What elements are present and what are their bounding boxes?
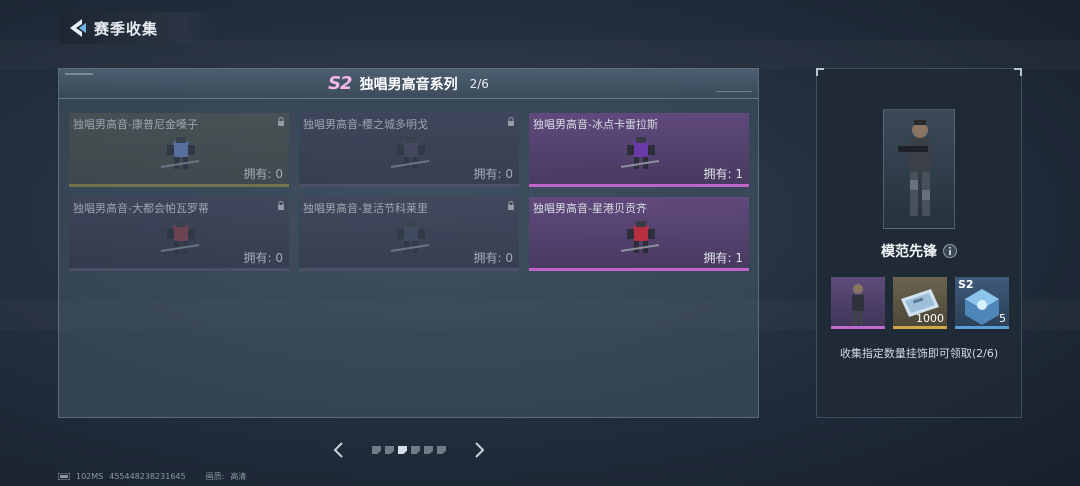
back-arrow-icon — [70, 19, 86, 37]
owned-count: 拥有: 1 — [703, 251, 744, 265]
mech-figure-icon — [390, 137, 430, 169]
mech-figure-icon — [620, 221, 660, 253]
owned-count: 拥有: 1 — [703, 167, 744, 181]
owned-count: 拥有: 0 — [243, 251, 284, 265]
hero-outfit-icon — [852, 284, 864, 325]
reward-items: 1000 S2 5 — [831, 277, 1009, 329]
collection-card[interactable]: 独唱男高音-康普尼金嗓子拥有: 0 — [69, 113, 289, 187]
page-dot[interactable] — [437, 446, 446, 454]
collection-card[interactable]: 独唱男高音-大都会帕瓦罗蒂拥有: 0 — [69, 197, 289, 271]
collection-card[interactable]: 独唱男高音-樱之城多明戈拥有: 0 — [299, 113, 519, 187]
reward-panel: 模范先锋 1000 S2 5 收集指定数量挂饰即可领取(2/6) — [816, 68, 1022, 418]
next-page-arrow-icon[interactable] — [470, 440, 488, 460]
owned-count: 拥有: 0 — [473, 167, 514, 181]
collection-card[interactable]: 独唱男高音-星港贝贡齐拥有: 1 — [529, 197, 749, 271]
season-badge: S2 — [328, 73, 352, 94]
mech-figure-icon — [160, 221, 200, 253]
reward-item[interactable]: S2 5 — [955, 277, 1009, 329]
collection-grid: 独唱男高音-康普尼金嗓子 拥有: 0 独唱男高音-樱之城多明戈 拥有: 0 独唱男高音-… — [69, 113, 749, 271]
corner-decoration — [816, 68, 824, 76]
page-dot[interactable] — [372, 446, 381, 454]
page-dot[interactable] — [411, 446, 420, 454]
reward-quantity: 5 — [999, 312, 1006, 325]
collection-card[interactable]: 独唱男高音-复活节科莱里拥有: 0 — [299, 197, 519, 271]
info-icon[interactable] — [943, 244, 957, 258]
series-title: 独唱男高音系列 — [359, 76, 458, 93]
page-dots — [372, 446, 446, 454]
mech-figure-icon — [620, 137, 660, 169]
hero-name: 模范先锋 — [881, 244, 937, 260]
mech-figure-icon — [390, 221, 430, 253]
background-band — [0, 40, 1080, 70]
corner-decoration — [1014, 68, 1022, 76]
card-name: 独唱男高音-复活节科莱里 — [303, 202, 428, 215]
top-header: 赛季收集 — [60, 12, 216, 44]
quality-value: 高清 — [230, 472, 247, 481]
soldier-figure-icon — [898, 120, 932, 216]
network-icon — [58, 473, 70, 480]
reward-item[interactable]: 1000 — [893, 277, 947, 329]
back-button[interactable] — [60, 12, 94, 44]
quality-label: 画质: — [205, 472, 225, 481]
status-bar: 102MS 455448238231645 画质: 高清 — [58, 471, 246, 482]
collection-card[interactable]: 独唱男高音-冰点卡雷拉斯拥有: 1 — [529, 113, 749, 187]
hero-name-row: 模范先锋 — [817, 241, 1021, 261]
series-header: S2 独唱男高音系列 2/6 — [59, 73, 758, 94]
page-dot[interactable] — [424, 446, 433, 454]
lock-icon — [278, 201, 284, 210]
lock-icon — [508, 201, 514, 210]
hero-portrait[interactable] — [883, 109, 955, 229]
card-name: 独唱男高音-康普尼金嗓子 — [73, 118, 198, 131]
owned-count: 拥有: 0 — [243, 167, 284, 181]
card-name: 独唱男高音-冰点卡雷拉斯 — [533, 118, 658, 131]
page-dot[interactable] — [398, 446, 407, 454]
series-progress: 2/6 — [469, 76, 489, 91]
card-name: 独唱男高音-樱之城多明戈 — [303, 118, 428, 131]
page-title: 赛季收集 — [94, 19, 159, 38]
page-dot[interactable] — [385, 446, 394, 454]
lock-icon — [278, 117, 284, 126]
reward-season-label: S2 — [958, 278, 974, 291]
pagination — [330, 440, 488, 460]
user-id: 455448238231645 — [109, 472, 186, 481]
reward-item[interactable] — [831, 277, 885, 329]
prev-page-arrow-icon[interactable] — [330, 440, 348, 460]
collection-panel: S2 独唱男高音系列 2/6 独唱男高音-康普尼金嗓子 拥有: 0 独唱男高音-樱之… — [58, 68, 759, 418]
card-name: 独唱男高音-大都会帕瓦罗蒂 — [73, 202, 209, 215]
reward-quantity: 1000 — [916, 312, 944, 325]
lock-icon — [508, 117, 514, 126]
reward-description: 收集指定数量挂饰即可领取(2/6) — [839, 347, 999, 360]
ping-value: 102MS — [76, 472, 104, 481]
card-name: 独唱男高音-星港贝贡齐 — [533, 202, 647, 215]
owned-count: 拥有: 0 — [473, 251, 514, 265]
mech-figure-icon — [160, 137, 200, 169]
